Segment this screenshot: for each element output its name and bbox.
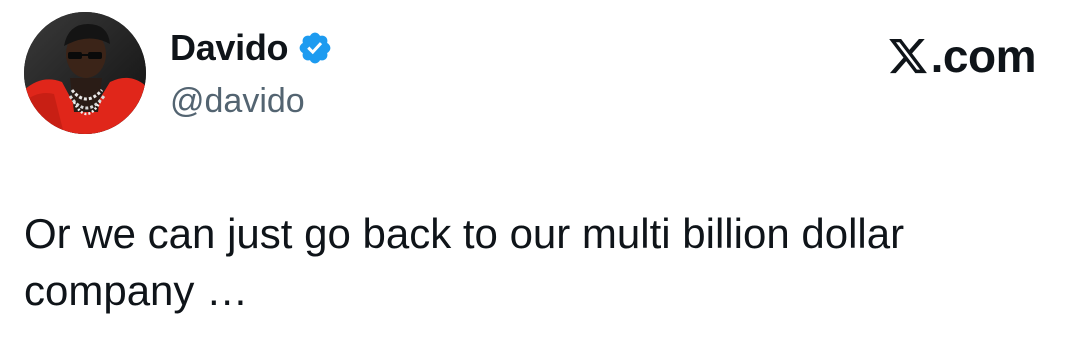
author-display-name[interactable]: Davido (170, 26, 289, 70)
avatar[interactable] (24, 12, 146, 134)
source-label: .com (930, 30, 1037, 82)
x-logo-icon (888, 38, 927, 74)
tweet-text: Or we can just go back to our multi bill… (24, 210, 905, 314)
verified-badge-icon (299, 32, 331, 64)
author-handle[interactable]: @davido (170, 80, 305, 122)
source-watermark: .com (886, 28, 1037, 84)
author-name-row: Davido (170, 26, 333, 70)
avatar-image (24, 12, 146, 134)
